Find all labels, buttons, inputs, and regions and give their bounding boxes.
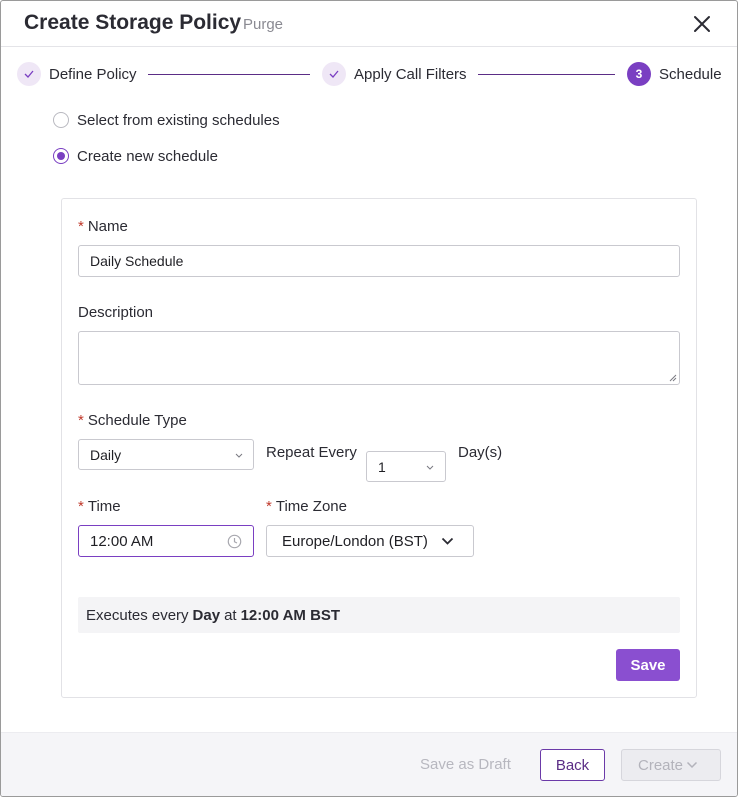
new-schedule-label[interactable]: Create new schedule [77,148,218,165]
required-marker: * [78,498,84,515]
step-1-check-icon [17,62,41,86]
time-label: * Time [78,498,121,515]
repeat-unit-label: Day(s) [458,444,503,461]
description-textarea[interactable] [78,331,680,385]
dialog-title: Create Storage Policy [24,11,242,34]
step-connector [148,74,310,75]
back-button[interactable]: Back [540,749,605,781]
required-marker: * [266,498,272,515]
close-icon[interactable] [691,13,713,35]
name-input-value: Daily Schedule [90,253,184,269]
chevron-down-icon [686,761,698,769]
required-marker: * [78,218,84,235]
clock-icon[interactable] [227,534,242,549]
step-2-label: Apply Call Filters [354,66,467,83]
repeat-every-label: Repeat Every [266,444,357,461]
chevron-down-icon [426,465,434,470]
time-picker-input[interactable]: 12:00 AM [78,525,254,557]
schedule-type-value: Daily [90,446,122,463]
create-storage-policy-dialog: Create Storage Policy Purge Define Polic… [0,0,738,797]
save-as-draft-button[interactable]: Save as Draft [420,756,511,773]
create-button[interactable]: Create [621,749,721,781]
summary-prefix: Executes every [86,606,189,624]
name-label: * Name [78,218,128,235]
create-button-label: Create [638,756,684,774]
resize-grip-icon[interactable] [669,374,677,382]
chevron-down-icon [441,537,454,545]
save-button[interactable]: Save [616,649,680,681]
summary-frequency: Day [192,606,221,624]
summary-time: 12:00 AM BST [240,606,341,624]
existing-schedules-radio[interactable] [53,112,69,128]
schedule-type-select[interactable]: Daily [78,439,254,470]
step-connector [478,74,615,75]
name-input[interactable]: Daily Schedule [78,245,680,277]
chevron-down-icon [235,453,243,458]
time-zone-select[interactable]: Europe/London (BST) [266,525,474,557]
description-label: Description [78,304,154,321]
step-3-number: 3 [627,62,651,86]
schedule-type-label: * Schedule Type [78,412,187,429]
new-schedule-radio[interactable] [53,148,69,164]
time-value: 12:00 AM [90,532,154,550]
schedule-summary: Executes every Day at 12:00 AM BST [78,597,680,633]
time-zone-label: * Time Zone [266,498,347,515]
dialog-header: Create Storage Policy Purge [1,1,737,47]
existing-schedules-label[interactable]: Select from existing schedules [77,112,280,129]
required-marker: * [78,412,84,429]
dialog-subtitle: Purge [243,16,284,33]
time-zone-value: Europe/London (BST) [282,532,428,550]
summary-connector: at [224,606,237,624]
step-3-label: Schedule [659,66,722,83]
step-1-label: Define Policy [49,66,137,83]
step-2-check-icon [322,62,346,86]
repeat-every-select[interactable]: 1 [366,451,446,482]
repeat-every-value: 1 [378,458,386,475]
